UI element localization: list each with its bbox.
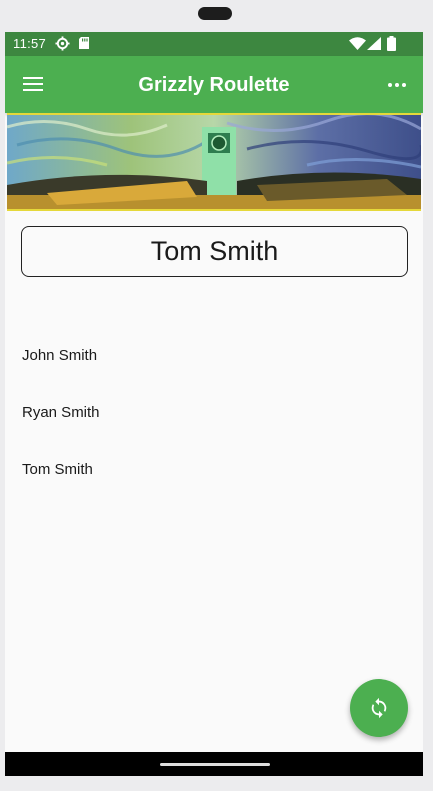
sd-card-icon bbox=[78, 36, 90, 53]
shuffle-refresh-icon bbox=[368, 697, 390, 724]
selected-name-display: Tom Smith bbox=[21, 226, 408, 277]
navigation-bar bbox=[5, 752, 423, 776]
status-bar: 11:57 bbox=[5, 32, 423, 56]
list-item[interactable]: Tom Smith bbox=[22, 460, 402, 517]
wifi-icon bbox=[349, 37, 366, 53]
signal-icon bbox=[367, 37, 381, 53]
status-time: 11:57 bbox=[13, 36, 47, 51]
names-list: John Smith Ryan Smith Tom Smith bbox=[22, 346, 402, 517]
app-bar: Grizzly Roulette bbox=[5, 56, 423, 113]
list-item[interactable]: Ryan Smith bbox=[22, 403, 402, 460]
battery-icon bbox=[387, 36, 396, 54]
device-frame: 11:57 Grizzly Roulette Tom Smith John Sm… bbox=[0, 0, 433, 791]
more-options-icon[interactable] bbox=[387, 74, 409, 94]
app-screen: 11:57 Grizzly Roulette Tom Smith John Sm… bbox=[5, 32, 423, 776]
home-gesture-pill[interactable] bbox=[160, 763, 270, 766]
settings-icon bbox=[55, 36, 70, 54]
list-item[interactable]: John Smith bbox=[22, 346, 402, 403]
app-title: Grizzly Roulette bbox=[138, 74, 290, 96]
banner-image bbox=[7, 113, 421, 211]
camera-notch bbox=[198, 7, 232, 20]
shuffle-button[interactable] bbox=[350, 679, 408, 737]
